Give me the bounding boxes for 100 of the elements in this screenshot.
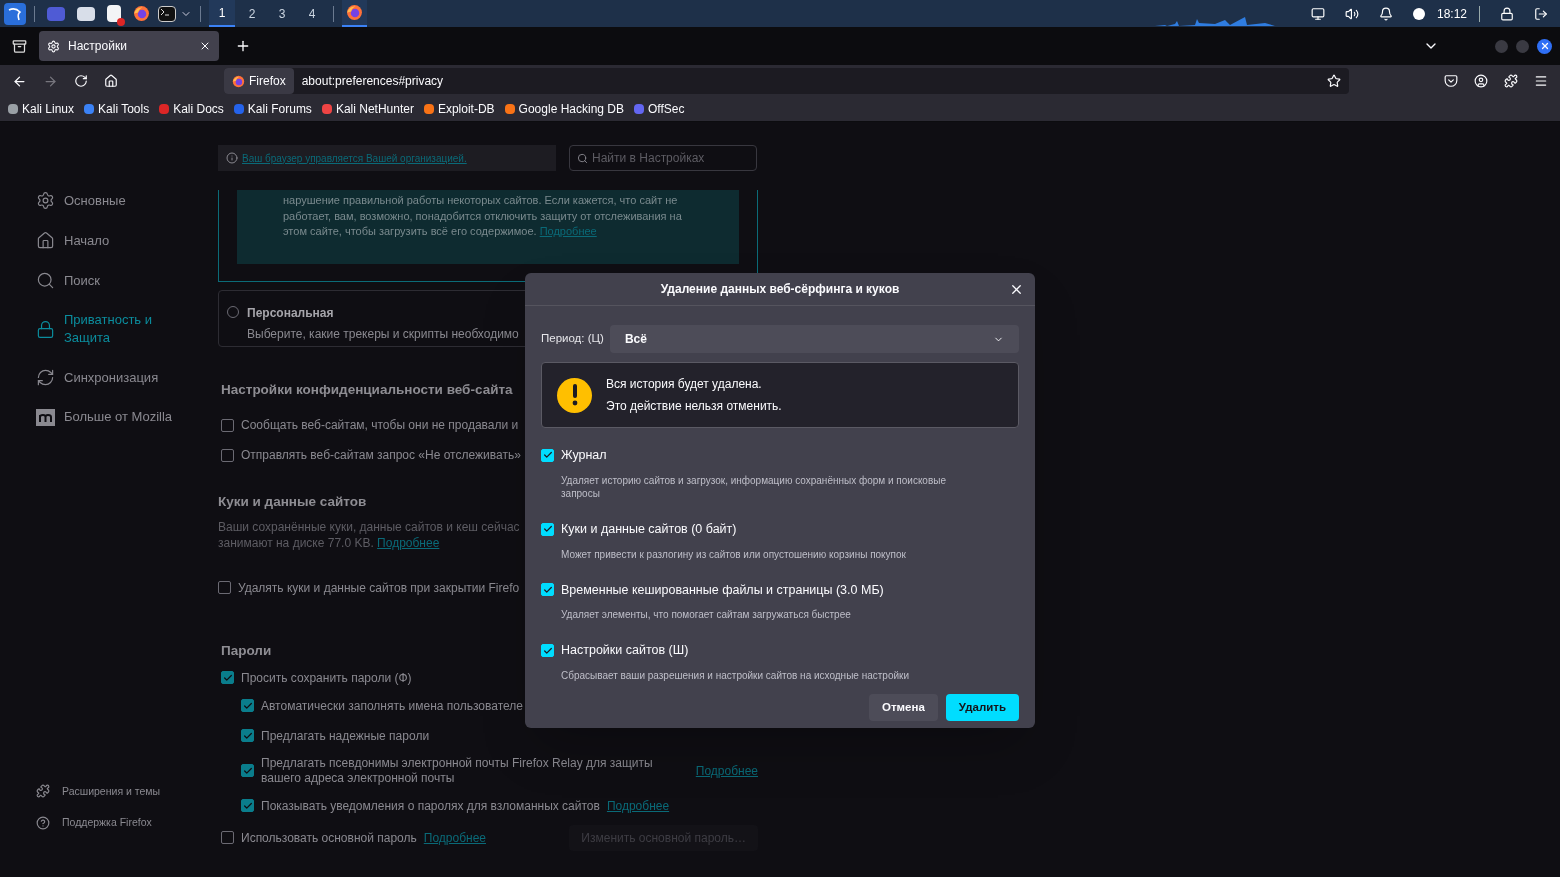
menu-icon[interactable]	[1534, 74, 1548, 88]
sidebar-icon	[36, 271, 55, 290]
extensions-icon[interactable]	[1504, 74, 1518, 88]
sidebar-item[interactable]: Больше от Mozilla	[36, 408, 218, 426]
option-description: Удаляет историю сайтов и загрузок, информацию сохранённых форм и поисковые запросы	[561, 473, 947, 500]
address-bar[interactable]: Firefox about:preferences#privacy	[224, 68, 1349, 94]
identity-badge[interactable]: Firefox	[224, 68, 294, 94]
lock-icon[interactable]	[1500, 6, 1514, 21]
option-description: Сбрасывает ваши разрешения и настройки сайтов на исходные настройки	[561, 669, 910, 682]
logout-icon[interactable]	[1534, 6, 1548, 21]
settings-icon	[47, 39, 60, 53]
reload-icon[interactable]	[74, 74, 88, 88]
sidebar-item[interactable]: Поиск	[36, 271, 218, 290]
checkbox[interactable]	[241, 764, 254, 778]
bookmark-item[interactable]: Google Hacking DB	[504, 100, 624, 118]
volume-icon[interactable]	[1344, 6, 1359, 21]
info-icon	[226, 152, 238, 164]
workspace-button[interactable]: 1	[209, 0, 235, 27]
checkbox-label: Предлагать псевдонимы электронной почты Firefox Relay для защиты вашего адреса электронной почты	[261, 755, 654, 786]
notification-icon[interactable]	[1378, 6, 1393, 21]
sidebar-item[interactable]: Приватность и Защита	[36, 311, 218, 347]
warning-icon	[557, 377, 592, 413]
bookmark-item[interactable]: Kali Linux	[8, 100, 75, 118]
firefox-icon	[346, 4, 363, 21]
firefox-window-button[interactable]	[342, 0, 367, 27]
sidebar-link[interactable]: Расширения и темы	[36, 783, 218, 800]
checkbox[interactable]	[241, 699, 254, 713]
pocket-icon[interactable]	[1444, 74, 1458, 88]
checkbox-label: Использовать основной пароль	[241, 829, 417, 847]
checkbox[interactable]	[541, 522, 554, 536]
tab-manager-icon[interactable]	[12, 38, 27, 54]
tab-title: Настройки	[68, 38, 128, 55]
checkbox-label: Куки и данные сайтов (0 байт)	[561, 520, 737, 538]
puzzle-icon	[36, 784, 50, 799]
new-tab-icon[interactable]	[235, 38, 251, 54]
checkbox[interactable]	[541, 583, 554, 597]
checkbox-label: Автоматически заполнять имена пользователе	[261, 697, 523, 715]
option-description: Удаляет элементы, что помогает сайтам загружаться быстрее	[561, 608, 852, 622]
back-icon[interactable]	[12, 73, 27, 89]
url-text: about:preferences#privacy	[301, 73, 445, 90]
checkbox[interactable]	[221, 418, 234, 432]
workspace-button[interactable]: 3	[269, 0, 295, 27]
checkbox[interactable]	[218, 581, 231, 594]
checkbox-label: Журнал	[561, 447, 607, 464]
sidebar-item[interactable]: Основные	[36, 191, 218, 210]
bookmark-item[interactable]: Kali Forums	[233, 100, 312, 118]
bookmark-item[interactable]: Kali Tools	[84, 100, 150, 118]
section-heading: Настройки конфиденциальности веб-сайта	[221, 381, 513, 399]
tracking-text: нарушение правильной работы некоторых сайтов. Если кажется, что сайт не работает, вам, возможно, понадобится отключить защиту от отслеживания на этом сайте, чтобы загрузить всё его содержимое. Подробнее	[283, 193, 683, 239]
bookmark-item[interactable]: Exploit-DB	[423, 100, 495, 118]
sidebar-item[interactable]: Начало	[36, 231, 218, 250]
terminal-icon[interactable]	[158, 5, 176, 22]
workspace-button[interactable]: 2	[239, 0, 265, 27]
checkbox-label: Предлагать надежные пароли	[261, 727, 430, 745]
checkbox[interactable]	[541, 644, 554, 658]
firefox-launcher-icon	[133, 5, 150, 22]
bookmark-star-icon[interactable]	[1327, 74, 1341, 88]
browser-tab[interactable]: Настройки	[39, 31, 219, 61]
search-field[interactable]: Найти в Настройках	[569, 145, 757, 171]
bookmark-item[interactable]: Kali NetHunter	[321, 100, 414, 118]
period-dropdown[interactable]: Всё	[609, 325, 1019, 353]
close-window-button[interactable]	[1537, 38, 1552, 54]
option-description: Может привести к разлогину из сайтов или опустошению корзины покупок	[561, 547, 907, 561]
warning-text: Это действие нельзя отменить.	[606, 398, 782, 415]
sidebar-icon	[36, 191, 55, 210]
checkbox[interactable]	[241, 799, 254, 813]
forward-icon[interactable]	[43, 73, 58, 89]
checkbox-label: Удалять куки и данные сайтов при закрытии Firefo	[238, 579, 520, 597]
checkbox-label: Просить сохранить пароли (Ф)	[241, 669, 412, 687]
account-icon[interactable]	[1474, 74, 1488, 88]
display-icon[interactable]	[1310, 6, 1325, 21]
clock: 18:12	[1436, 5, 1467, 23]
sidebar-icon	[36, 368, 55, 387]
checkbox-label: Показывать уведомления о паролях для взломанных сайтов	[261, 797, 600, 815]
workspace-button[interactable]: 4	[299, 0, 325, 27]
delete-button[interactable]: Удалить	[945, 694, 1019, 721]
section-heading: Пароли	[221, 641, 272, 660]
checkbox[interactable]	[221, 448, 234, 462]
sidebar-icon	[36, 231, 55, 250]
section-heading: Куки и данные сайтов	[218, 493, 367, 512]
option-description: Выберите, какие трекеры и скрипты необходимо	[247, 326, 519, 343]
option-title: Персональная	[247, 305, 335, 322]
mozilla-icon	[36, 408, 55, 426]
warning-text: Вся история будет удалена.	[606, 376, 763, 393]
checkbox-label: Настройки сайтов (Ш)	[561, 642, 689, 660]
sidebar-link[interactable]: Поддержка Firefox	[36, 815, 218, 831]
close-icon[interactable]	[199, 40, 211, 52]
kali-menu-icon[interactable]	[4, 2, 26, 25]
checkbox-label: Временные кешированные файлы и страницы (3.0 МБ)	[561, 581, 884, 599]
checkbox[interactable]	[541, 448, 554, 462]
cancel-button[interactable]: Отмена	[868, 694, 938, 721]
bookmark-item[interactable]: Kali Docs	[159, 100, 224, 118]
checkbox[interactable]	[221, 831, 234, 845]
bookmark-item[interactable]: OffSec	[634, 100, 685, 118]
home-icon[interactable]	[104, 74, 118, 88]
sidebar-item[interactable]: Синхронизация	[36, 368, 218, 387]
checkbox[interactable]	[221, 671, 234, 685]
checkbox[interactable]	[241, 729, 254, 743]
search-icon	[577, 153, 588, 164]
checkbox-label: Сообщать веб-сайтам, чтобы они не продавали и	[241, 417, 519, 435]
